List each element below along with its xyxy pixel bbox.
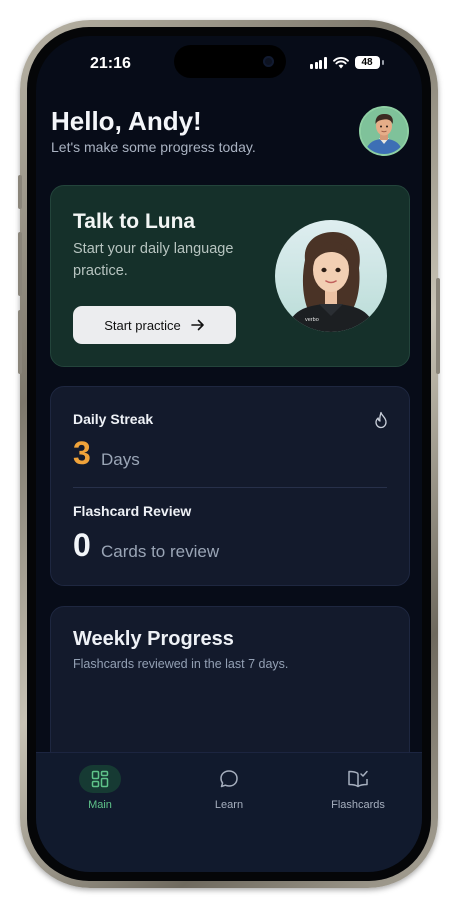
volume-down-button	[18, 310, 22, 374]
action-button	[18, 175, 22, 209]
review-value: 0	[73, 527, 91, 563]
tab-learn-icon-wrap	[208, 765, 250, 793]
weekly-progress-subtitle: Flashcards reviewed in the last 7 days.	[73, 657, 289, 671]
streak-unit: Days	[101, 450, 140, 469]
battery-tip	[381, 60, 384, 65]
luna-card-title: Talk to Luna	[73, 210, 196, 233]
tab-flashcards[interactable]: Flashcards	[303, 765, 413, 811]
luna-avatar-image: verbo	[287, 232, 375, 332]
stats-divider	[73, 487, 387, 488]
tab-flashcards-icon-wrap	[337, 765, 379, 793]
greeting-title: Hello, Andy!	[51, 106, 202, 136]
talk-to-luna-card[interactable]: Talk to Luna Start your daily language p…	[50, 185, 410, 367]
volume-up-button	[18, 232, 22, 296]
dynamic-island	[174, 45, 286, 78]
power-button	[436, 278, 440, 374]
chat-bubble-icon	[220, 770, 238, 788]
cellular-signal-icon	[310, 56, 327, 69]
tab-learn[interactable]: Learn	[174, 765, 284, 811]
weekly-progress-title: Weekly Progress	[73, 628, 234, 650]
tab-flashcards-label: Flashcards	[331, 799, 385, 811]
luna-shirt-logo: verbo	[305, 317, 319, 323]
streak-value: 3	[73, 435, 91, 471]
start-practice-button[interactable]: Start practice	[73, 306, 236, 344]
battery-indicator: 48	[354, 56, 380, 69]
status-time: 21:16	[90, 55, 131, 72]
user-avatar[interactable]	[359, 106, 409, 156]
status-icons: 48	[310, 56, 384, 69]
tab-learn-label: Learn	[214, 799, 244, 811]
daily-streak-label: Daily Streak	[73, 411, 154, 427]
tab-main-label: Main	[88, 799, 112, 811]
flame-icon	[375, 411, 387, 429]
bottom-tab-bar: Main Learn Flashcards	[36, 752, 422, 872]
app-screen: 21:16 48 Hello, Andy! Let's make some pr…	[36, 36, 422, 872]
tab-main-icon-wrap	[79, 765, 121, 793]
stats-card: Daily Streak 3 Days Flashcard Review 0 C…	[50, 386, 410, 586]
user-avatar-image	[361, 108, 407, 154]
start-practice-label: Start practice	[104, 317, 181, 333]
grid-icon	[91, 770, 109, 788]
luna-avatar: verbo	[275, 220, 387, 332]
tab-main[interactable]: Main	[45, 765, 155, 811]
luna-card-subtitle: Start your daily language practice.	[73, 241, 234, 279]
greeting-subtitle: Let's make some progress today.	[51, 139, 256, 155]
wifi-icon	[332, 56, 349, 68]
book-check-icon	[348, 770, 368, 788]
flashcard-review-label: Flashcard Review	[73, 503, 192, 519]
review-unit: Cards to review	[101, 542, 220, 561]
arrow-right-icon	[190, 319, 204, 331]
